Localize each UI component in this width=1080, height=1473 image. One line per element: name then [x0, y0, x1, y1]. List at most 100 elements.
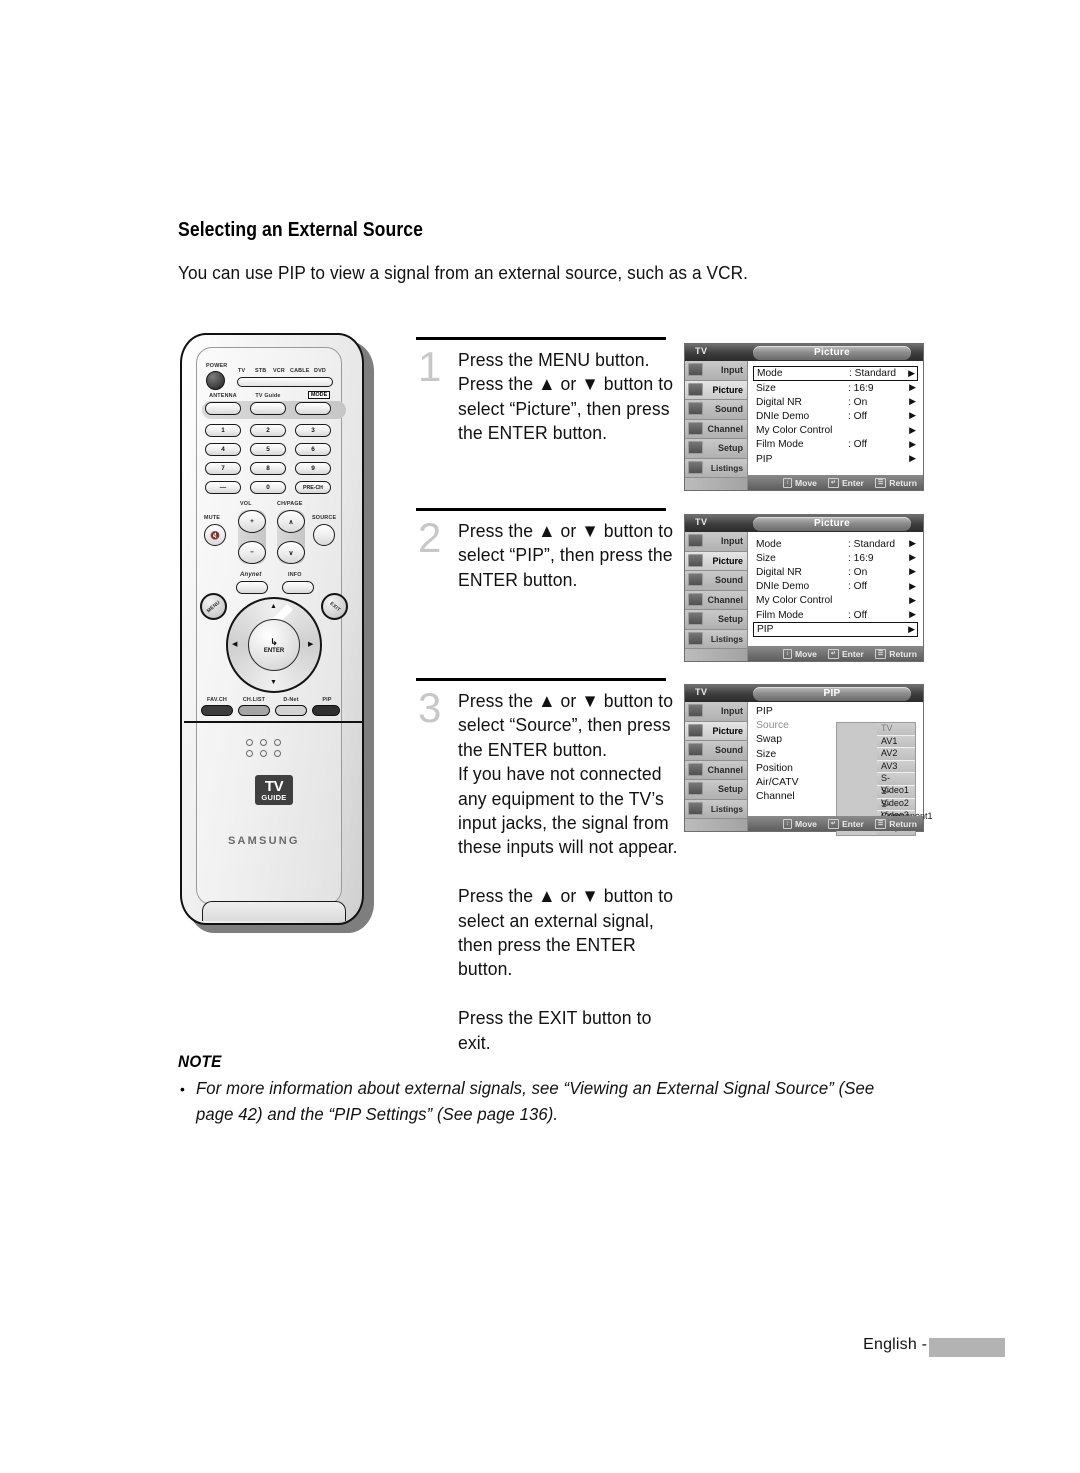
osd-screen-3: TV PIP Input Picture Sound Channel Setup…: [684, 684, 933, 837]
osd-1-row-my-color-control[interactable]: My Color Control ▶: [756, 424, 918, 438]
source-option-av1[interactable]: AV1: [877, 735, 915, 749]
osd-1-sidebar-picture[interactable]: Picture: [685, 380, 747, 400]
nav-up-icon[interactable]: ▲: [270, 603, 277, 610]
page-title: Selecting an External Source: [178, 219, 424, 241]
osd-2-row-film-mode[interactable]: Film Mode: Off ▶: [756, 608, 918, 622]
osd-3-sidebar-picture[interactable]: Picture: [685, 721, 747, 741]
osd-1-sidebar-picture-label: Picture: [712, 384, 743, 395]
enter-button[interactable]: ↳ ENTER: [248, 619, 300, 671]
d-net-button[interactable]: [275, 705, 307, 716]
key-pre-ch[interactable]: PRE-CH: [295, 481, 331, 494]
osd-3-sidebar-setup-label: Setup: [717, 784, 743, 795]
source-option-tv[interactable]: TV: [877, 723, 915, 736]
key-1[interactable]: 1: [205, 424, 241, 437]
ch-list-button[interactable]: [238, 705, 270, 716]
key-0[interactable]: 0: [250, 481, 286, 494]
osd-2-sidebar-setup[interactable]: Setup: [685, 610, 747, 630]
osd-3-menu-channel[interactable]: Channel: [756, 791, 799, 805]
power-button[interactable]: [206, 371, 225, 390]
source-option-av2[interactable]: AV2: [877, 748, 915, 761]
channel-up-button[interactable]: ∧: [277, 510, 305, 533]
osd-2-row-mode[interactable]: Mode: Standard ▶: [756, 537, 918, 551]
key-5[interactable]: 5: [250, 443, 286, 456]
key-2[interactable]: 2: [250, 424, 286, 437]
source-button[interactable]: [313, 524, 335, 546]
osd-1-sidebar-listings[interactable]: Listings: [685, 458, 747, 478]
volume-down-button[interactable]: −: [238, 541, 266, 564]
osd-1-sidebar-setup[interactable]: Setup: [685, 439, 747, 459]
osd-3-sidebar-sound[interactable]: Sound: [685, 741, 747, 761]
antenna-button[interactable]: [205, 402, 241, 415]
osd-3-sidebar-setup[interactable]: Setup: [685, 780, 747, 800]
setup-icon: [688, 441, 703, 454]
nav-right-icon[interactable]: ▶: [308, 641, 313, 648]
osd-3-return-label: Return: [889, 818, 917, 829]
anynet-button[interactable]: [236, 581, 268, 594]
osd-2-sidebar-channel[interactable]: Channel: [685, 590, 747, 610]
osd-1-sidebar-input[interactable]: Input: [685, 361, 747, 381]
pip-button[interactable]: [312, 705, 340, 716]
nav-left-icon[interactable]: ◀: [232, 641, 237, 648]
osd-1-row-film-mode[interactable]: Film Mode: Off ▶: [756, 438, 918, 452]
osd-2-row-size[interactable]: Size: 16:9 ▶: [756, 551, 918, 565]
osd-2-row-pip[interactable]: PIP ▶: [753, 622, 918, 638]
fav-ch-button[interactable]: [201, 705, 233, 716]
osd-1-sidebar-channel[interactable]: Channel: [685, 419, 747, 439]
osd-1-row-dnie-demo-label: DNIe Demo: [756, 410, 810, 422]
osd-3-sidebar-channel[interactable]: Channel: [685, 760, 747, 780]
nav-down-icon[interactable]: ▼: [270, 679, 277, 686]
chevron-right-icon: ▶: [909, 608, 916, 619]
osd-2-sidebar-input[interactable]: Input: [685, 532, 747, 552]
mode-button[interactable]: [295, 402, 331, 415]
osd-1-row-size[interactable]: Size: 16:9 ▶: [756, 381, 918, 395]
osd-2-row-dnie-demo[interactable]: DNIe Demo: Off ▶: [756, 580, 918, 594]
osd-screen-2: TV Picture Input Picture Sound Channel S…: [684, 514, 924, 662]
osd-1-row-digital-nr[interactable]: Digital NR: On ▶: [756, 395, 918, 409]
input-icon: [688, 704, 703, 717]
key-3[interactable]: 3: [295, 424, 331, 437]
osd-1-row-mode[interactable]: Mode: Standard ▶: [753, 366, 918, 381]
osd-3-menu-size[interactable]: Size: [756, 749, 799, 763]
osd-3-sidebar-listings[interactable]: Listings: [685, 799, 747, 819]
intro-paragraph: You can use PIP to view a signal from an…: [178, 262, 748, 283]
remote-control-illustration: POWER TV STB VCR CABLE DVD ANTENNA TV Gu…: [180, 333, 376, 933]
tv-guide-button[interactable]: [250, 402, 286, 415]
osd-1-row-pip[interactable]: PIP ▶: [756, 452, 918, 466]
osd-3-menu-position[interactable]: Position: [756, 763, 799, 777]
key-4[interactable]: 4: [205, 443, 241, 456]
osd-2-row-digital-nr[interactable]: Digital NR: On ▶: [756, 565, 918, 579]
osd-1-row-dnie-demo[interactable]: DNIe Demo: Off ▶: [756, 409, 918, 423]
exit-button[interactable]: EXIT: [321, 593, 348, 620]
remote-base: [202, 901, 346, 921]
channel-down-button[interactable]: ∨: [277, 541, 305, 564]
osd-3-sidebar-input[interactable]: Input: [685, 702, 747, 722]
key-6[interactable]: 6: [295, 443, 331, 456]
sound-icon: [688, 743, 703, 756]
volume-up-button[interactable]: +: [238, 510, 266, 533]
osd-2-sidebar-listings[interactable]: Listings: [685, 629, 747, 649]
mute-button[interactable]: 🔇: [204, 524, 226, 546]
osd-3-menu-source[interactable]: Source: [756, 720, 799, 734]
osd-3-menu-pip[interactable]: PIP: [756, 706, 799, 720]
source-option-av3[interactable]: AV3: [877, 760, 915, 774]
d-net-label: D-Net: [283, 697, 299, 703]
osd-3-menu-swap[interactable]: Swap: [756, 734, 799, 748]
source-option-s-video1[interactable]: S-Video1: [877, 773, 915, 795]
osd-2-sidebar-sound[interactable]: Sound: [685, 571, 747, 591]
info-button[interactable]: [282, 581, 314, 594]
osd-3-sidebar: Input Picture Sound Channel Setup Listin…: [685, 702, 747, 831]
key-9[interactable]: 9: [295, 462, 331, 475]
mode-label: MODE: [308, 391, 331, 399]
menu-button[interactable]: MENU: [200, 593, 227, 620]
picture-icon: [688, 553, 703, 567]
key-7[interactable]: 7: [205, 462, 241, 475]
key-8[interactable]: 8: [250, 462, 286, 475]
mode-indicator-bar: [237, 377, 333, 387]
key-dash[interactable]: —: [205, 481, 241, 494]
enter-icon: ↳: [270, 636, 278, 647]
osd-2-sidebar-picture[interactable]: Picture: [685, 551, 747, 571]
return-icon: ☰: [874, 477, 887, 488]
osd-1-sidebar-sound[interactable]: Sound: [685, 400, 747, 420]
osd-2-row-my-color-control[interactable]: My Color Control ▶: [756, 594, 918, 608]
osd-3-menu-air-catv[interactable]: Air/CATV: [756, 777, 799, 791]
